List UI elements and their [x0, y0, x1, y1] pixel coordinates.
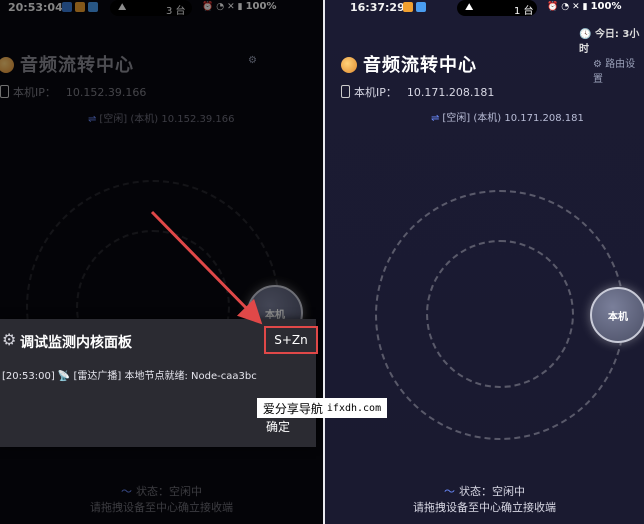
annotation-arrow — [150, 210, 263, 325]
watermark: 爱分享导航 ifxdh.com — [257, 398, 387, 418]
